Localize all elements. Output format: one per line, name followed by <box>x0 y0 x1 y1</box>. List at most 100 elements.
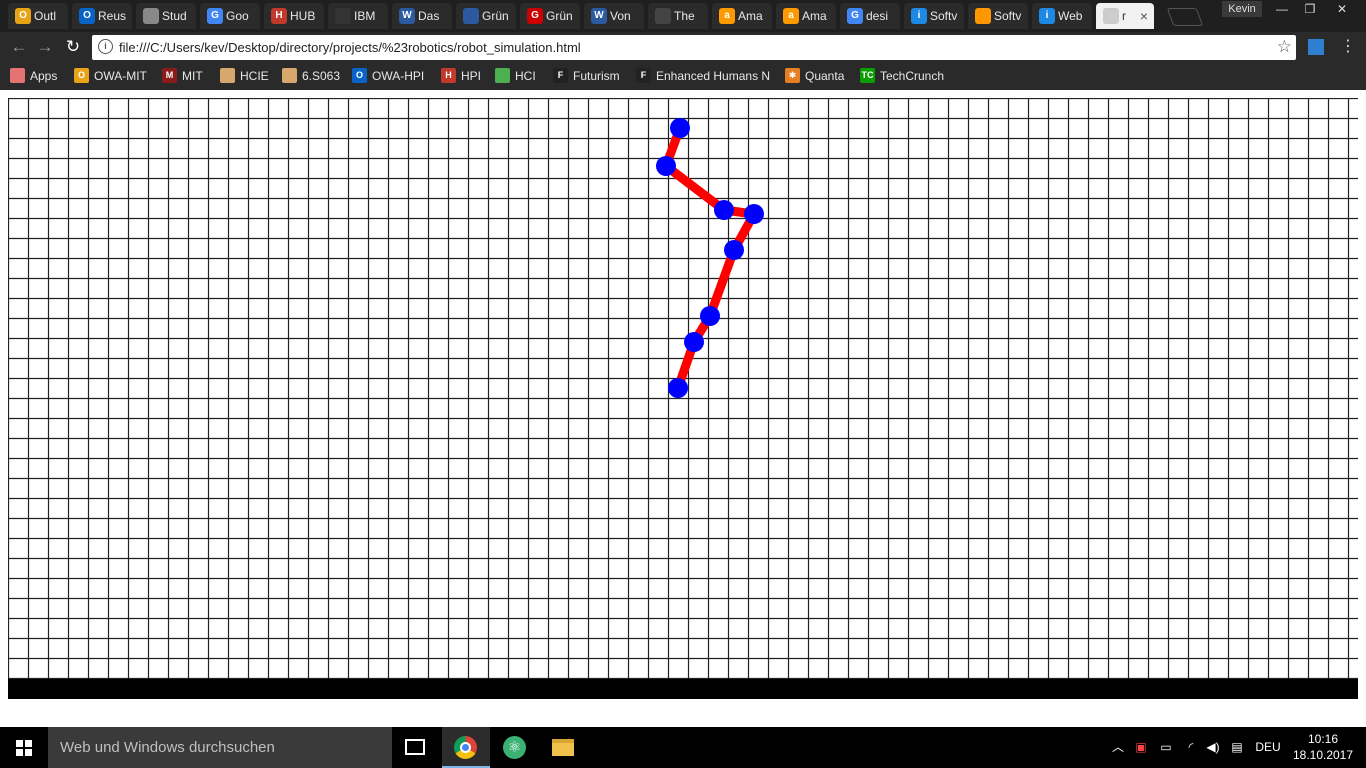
tab-favicon-icon <box>463 8 479 24</box>
bookmark-favicon-icon: M <box>162 68 177 83</box>
bookmark-favicon-icon <box>10 68 25 83</box>
tab-favicon-icon: G <box>207 8 223 24</box>
tab-favicon-icon: O <box>79 8 95 24</box>
bookmark-label: HCIE <box>240 69 269 83</box>
bookmark-label: Quanta <box>805 69 845 83</box>
tab-title: Grün <box>546 9 573 23</box>
windows-taskbar: Web und Windows durchsuchen ⚛ ︿ ▣ ▭ ◜ ◀)… <box>0 727 1366 768</box>
forward-arrow-icon[interactable]: → <box>34 36 56 58</box>
tab-favicon-icon <box>655 8 671 24</box>
info-icon[interactable]: i <box>98 39 113 54</box>
tab-close-icon[interactable]: × <box>1140 3 1148 29</box>
tab-title: Stud <box>162 9 187 23</box>
file-explorer-taskbar-button[interactable] <box>540 727 588 768</box>
wifi-icon[interactable]: ◜ <box>1182 727 1200 768</box>
close-window-icon[interactable]: ✕ <box>1326 0 1358 18</box>
browser-tab[interactable]: Grün <box>456 3 516 29</box>
bookmark-star-icon[interactable]: ☆ <box>1277 36 1292 58</box>
extension-icon[interactable] <box>1308 39 1324 55</box>
browser-tab[interactable]: H HUB <box>264 3 324 29</box>
volume-icon[interactable]: ◀) <box>1204 727 1222 768</box>
browser-tab[interactable]: IBM <box>328 3 388 29</box>
bookmark-label: TechCrunch <box>880 69 945 83</box>
tab-favicon-icon: a <box>783 8 799 24</box>
browser-tab[interactable]: The <box>648 3 708 29</box>
browser-tab[interactable]: G Goo <box>200 3 260 29</box>
browser-tab[interactable]: W Das <box>392 3 452 29</box>
bookmark-label: HPI <box>461 69 482 83</box>
bookmark-favicon-icon <box>495 68 510 83</box>
taskbar-search[interactable]: Web und Windows durchsuchen <box>48 727 392 768</box>
tab-favicon-icon: O <box>15 8 31 24</box>
bookmark-label: HCI <box>515 69 536 83</box>
browser-tab[interactable]: r × <box>1096 3 1154 29</box>
clock[interactable]: 10:16 18.10.2017 <box>1290 731 1356 763</box>
browser-tab[interactable]: O Outl <box>8 3 68 29</box>
browser-tab[interactable]: a Ama <box>776 3 836 29</box>
browser-tab[interactable]: Stud <box>136 3 196 29</box>
tab-favicon-icon <box>1103 8 1119 24</box>
browser-toolbar: ← → ↻ i file:///C:/Users/kev/Desktop/dir… <box>0 32 1366 62</box>
arm-joint <box>700 306 720 326</box>
bookmark-item[interactable]: F Enhanced Humans N <box>636 62 770 90</box>
start-button[interactable] <box>0 727 48 768</box>
browser-tab[interactable]: a Ama <box>712 3 772 29</box>
bookmark-item[interactable]: 6.S063 <box>282 62 340 90</box>
reload-icon[interactable]: ↻ <box>62 36 84 58</box>
bookmark-item[interactable]: HCI <box>495 62 536 90</box>
tab-favicon-icon: i <box>911 8 927 24</box>
bookmark-item[interactable]: Apps <box>10 62 57 90</box>
tab-favicon-icon: i <box>1039 8 1055 24</box>
minimize-icon[interactable]: — <box>1268 0 1296 18</box>
battery-icon[interactable]: ▭ <box>1157 727 1175 768</box>
action-center-icon[interactable]: ▤ <box>1228 727 1246 768</box>
url-text[interactable]: file:///C:/Users/kev/Desktop/directory/p… <box>119 35 581 60</box>
bookmark-item[interactable]: O OWA-HPI <box>352 62 424 90</box>
bookmark-favicon-icon: TC <box>860 68 875 83</box>
bookmark-label: Apps <box>30 69 58 83</box>
bookmark-item[interactable]: TC TechCrunch <box>860 62 944 90</box>
back-arrow-icon[interactable]: ← <box>8 36 30 58</box>
tab-favicon-icon <box>975 8 991 24</box>
tab-title: HUB <box>290 9 316 23</box>
browser-tab[interactable]: W Von <box>584 3 644 29</box>
browser-tab[interactable]: Gdesi <box>840 3 900 29</box>
atom-taskbar-button[interactable]: ⚛ <box>491 727 539 768</box>
profile-button[interactable]: Kevin <box>1222 1 1262 17</box>
tab-title: desi <box>866 9 889 23</box>
task-view-icon[interactable] <box>405 739 425 755</box>
bookmark-favicon-icon <box>220 68 235 83</box>
address-bar[interactable]: i file:///C:/Users/kev/Desktop/directory… <box>92 35 1296 60</box>
tab-title: Ama <box>802 9 827 23</box>
page-content <box>0 90 1366 727</box>
restore-icon[interactable]: ❐ <box>1296 0 1324 18</box>
arm-joint <box>714 200 734 220</box>
bookmark-favicon-icon: O <box>352 68 367 83</box>
bookmark-item[interactable]: F Futurism <box>553 62 620 90</box>
bookmark-item[interactable]: O OWA-MIT <box>74 62 147 90</box>
arm-joint <box>744 204 764 224</box>
language-indicator[interactable]: DEU <box>1254 727 1282 768</box>
bookmark-item[interactable]: M MIT <box>162 62 203 90</box>
tab-favicon-icon: a <box>719 8 735 24</box>
browser-tab[interactable]: G Grün <box>520 3 580 29</box>
bookmark-item[interactable]: H HPI <box>441 62 481 90</box>
clock-date: 18.10.2017 <box>1292 748 1354 762</box>
chrome-icon <box>454 736 477 759</box>
arm-joint <box>668 378 688 398</box>
show-hidden-icons-icon[interactable]: ︿ <box>1110 727 1126 768</box>
browser-tab[interactable]: i Softv <box>904 3 964 29</box>
new-tab-button[interactable] <box>1166 8 1204 26</box>
bookmark-label: Enhanced Humans N <box>656 69 771 83</box>
browser-tab[interactable]: O Reus <box>72 3 132 29</box>
notification-badge-icon[interactable]: ▣ <box>1132 727 1150 768</box>
tab-title: IBM <box>354 9 376 23</box>
atom-icon: ⚛ <box>503 736 526 759</box>
browser-tab[interactable]: Softv <box>968 3 1028 29</box>
tab-title: Softv <box>930 9 958 23</box>
menu-kebab-icon[interactable]: ⋮ <box>1340 36 1356 58</box>
browser-tab[interactable]: i Web <box>1032 3 1092 29</box>
bookmark-item[interactable]: HCIE <box>220 62 269 90</box>
chrome-taskbar-button[interactable] <box>442 727 490 768</box>
bookmark-item[interactable]: ✱ Quanta <box>785 62 844 90</box>
